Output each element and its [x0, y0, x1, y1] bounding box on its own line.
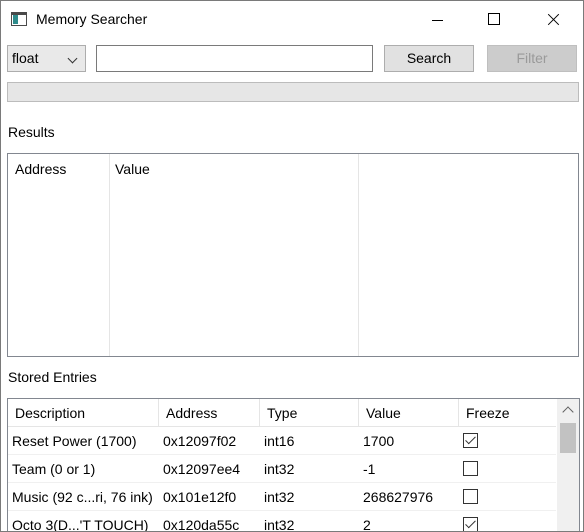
- cell-address: 0x101e12f0: [163, 489, 237, 505]
- scroll-thumb[interactable]: [560, 423, 576, 453]
- search-button[interactable]: Search: [384, 45, 474, 72]
- results-list[interactable]: Address Value: [7, 153, 579, 357]
- header-value[interactable]: Value: [359, 399, 459, 427]
- header-freeze[interactable]: Freeze: [459, 399, 556, 427]
- filter-button[interactable]: Filter: [487, 45, 577, 72]
- cell-type: int32: [264, 517, 295, 532]
- type-select-value: float: [12, 50, 39, 66]
- cell-description: Music (92 c...ri, 76 ink): [12, 489, 153, 505]
- search-input[interactable]: [96, 45, 373, 72]
- chevron-down-icon: [67, 53, 78, 64]
- freeze-checkbox[interactable]: [463, 461, 478, 476]
- cell-address: 0x12097f02: [163, 433, 237, 449]
- column-divider: [109, 154, 110, 356]
- minimize-button[interactable]: [415, 1, 461, 39]
- title-bar[interactable]: Memory Searcher: [1, 1, 583, 39]
- scroll-up-arrow-icon[interactable]: [562, 406, 574, 418]
- cell-value: 268627976: [363, 489, 434, 505]
- memory-searcher-window: Memory Searcher float Search Filter Resu…: [0, 0, 584, 532]
- freeze-checkbox[interactable]: [463, 489, 478, 504]
- window-title: Memory Searcher: [36, 11, 148, 27]
- header-type[interactable]: Type: [260, 399, 359, 427]
- maximize-button[interactable]: [471, 1, 517, 39]
- freeze-checkbox[interactable]: [463, 433, 478, 448]
- results-header-value[interactable]: Value: [115, 161, 150, 177]
- table-header: Description Address Type Value Freeze: [8, 399, 556, 427]
- type-select[interactable]: float: [7, 45, 86, 72]
- cell-address: 0x12097ee4: [163, 461, 241, 477]
- header-description[interactable]: Description: [8, 399, 159, 427]
- cell-description: Team (0 or 1): [12, 461, 96, 477]
- cell-address: 0x120da55c: [163, 517, 240, 532]
- table-row[interactable]: Team (0 or 1) 0x12097ee4 int32 -1: [8, 455, 556, 483]
- app-icon: [11, 12, 27, 26]
- stored-entries-table[interactable]: Description Address Type Value Freeze Re…: [7, 398, 580, 532]
- cell-value: -1: [363, 461, 376, 477]
- cell-value: 2: [363, 517, 371, 532]
- search-progress-bar: [7, 82, 579, 102]
- cell-description: Reset Power (1700): [12, 433, 137, 449]
- cell-value: 1700: [363, 433, 395, 449]
- stored-entries-label: Stored Entries: [8, 369, 97, 385]
- table-row[interactable]: Octo 3(D...'T TOUCH) 0x120da55c int32 2: [8, 511, 556, 532]
- cell-type: int32: [264, 461, 295, 477]
- cell-type: int32: [264, 489, 295, 505]
- table-row[interactable]: Reset Power (1700) 0x12097f02 int16 1700: [8, 427, 556, 455]
- results-label: Results: [8, 124, 55, 140]
- table-row[interactable]: Music (92 c...ri, 76 ink) 0x101e12f0 int…: [8, 483, 556, 511]
- header-address[interactable]: Address: [159, 399, 260, 427]
- freeze-checkbox[interactable]: [463, 517, 478, 531]
- close-button[interactable]: [531, 1, 577, 39]
- vertical-scrollbar[interactable]: [557, 399, 579, 531]
- results-header-address[interactable]: Address: [15, 161, 66, 177]
- cell-type: int16: [264, 433, 295, 449]
- column-divider: [358, 154, 359, 356]
- cell-description: Octo 3(D...'T TOUCH): [12, 517, 149, 532]
